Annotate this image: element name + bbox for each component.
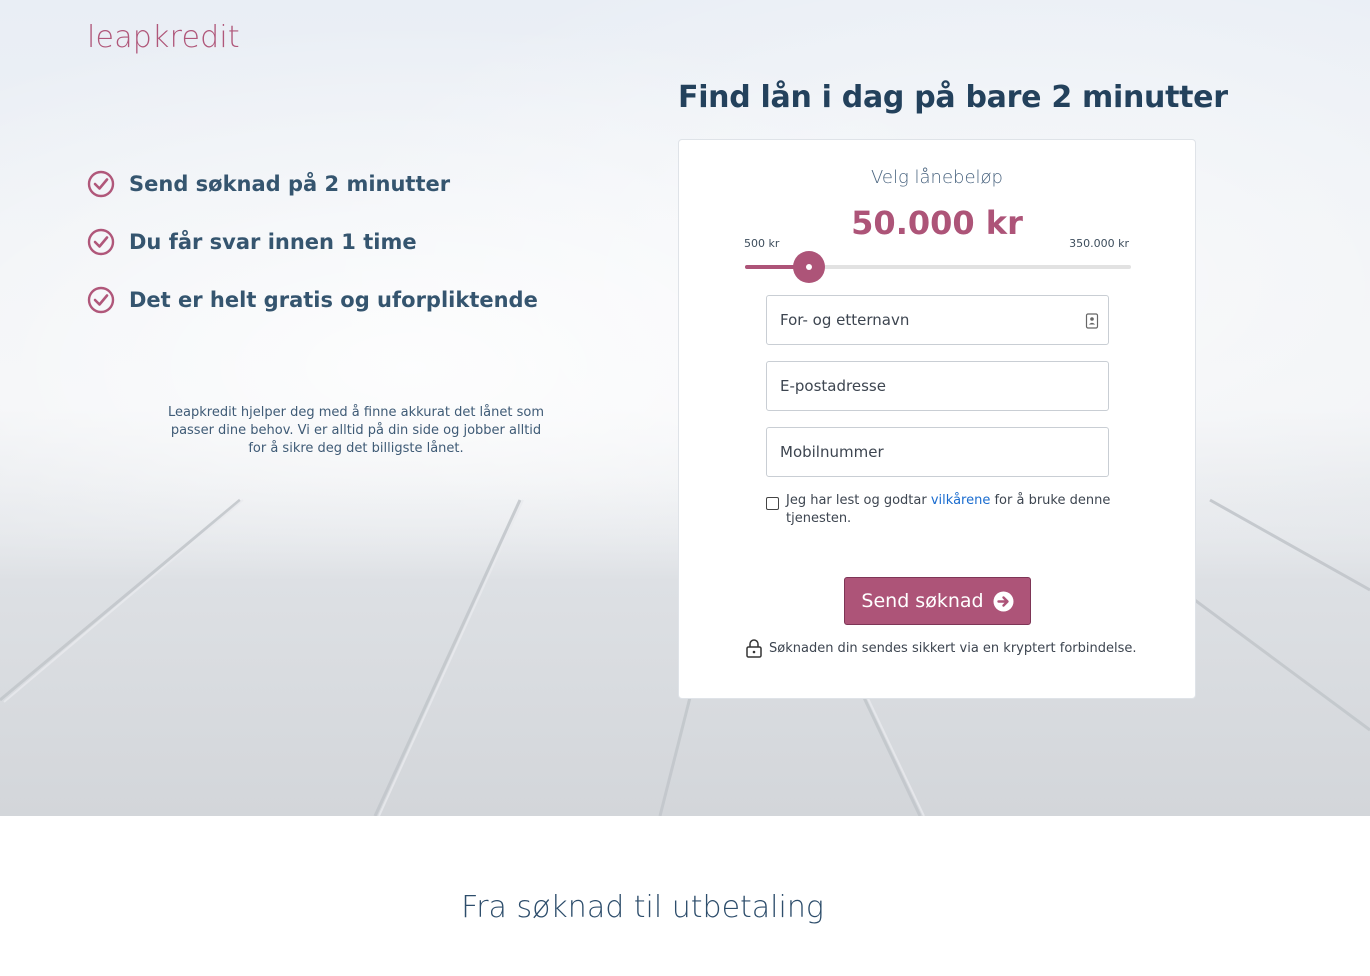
benefit-item: Det er helt gratis og uforpliktende bbox=[87, 284, 538, 316]
secure-notice: Søknaden din sendes sikkert via en krypt… bbox=[745, 638, 1145, 658]
slider-thumb[interactable] bbox=[793, 251, 826, 283]
benefit-label: Du får svar innen 1 time bbox=[129, 230, 417, 254]
loan-form-card: Velg lånebeløp 50.000 kr 500 kr 350.000 … bbox=[678, 139, 1196, 699]
benefit-item: Send søknad på 2 minutter bbox=[87, 168, 538, 200]
contact-card-icon[interactable] bbox=[1085, 313, 1099, 329]
secure-notice-text: Søknaden din sendes sikkert via en krypt… bbox=[769, 640, 1137, 656]
logo[interactable]: leapkredit bbox=[87, 20, 240, 55]
submit-button[interactable]: Send søknad bbox=[844, 577, 1031, 625]
benefit-label: Send søknad på 2 minutter bbox=[129, 172, 451, 196]
arrow-right-circle-icon bbox=[993, 591, 1014, 611]
lock-icon bbox=[746, 639, 762, 658]
page-headline: Find lån i dag på bare 2 minutter bbox=[678, 80, 1228, 115]
about-text: Leapkredit hjelper deg med å finne akkur… bbox=[168, 405, 544, 456]
loan-amount-slider[interactable] bbox=[745, 251, 1131, 283]
name-field[interactable] bbox=[766, 295, 1109, 345]
email-field[interactable] bbox=[766, 361, 1109, 411]
phone-field[interactable] bbox=[766, 427, 1109, 477]
check-circle-icon bbox=[87, 170, 115, 198]
benefit-item: Du får svar innen 1 time bbox=[87, 226, 538, 258]
terms-link[interactable]: vilkårene bbox=[931, 493, 990, 508]
benefit-label: Det er helt gratis og uforpliktende bbox=[129, 288, 538, 312]
section-title: Fra søknad til utbetaling bbox=[461, 890, 824, 925]
name-input[interactable] bbox=[767, 296, 1108, 344]
terms-text-before: Jeg har lest og godtar bbox=[786, 493, 931, 508]
terms-checkbox[interactable] bbox=[766, 497, 779, 510]
benefits-list: Send søknad på 2 minutter Du får svar in… bbox=[87, 168, 538, 342]
terms-consent: Jeg har lest og godtar vilkårene for å b… bbox=[766, 492, 1116, 528]
slider-max-label: 350.000 kr bbox=[1069, 237, 1129, 250]
check-circle-icon bbox=[87, 286, 115, 314]
amount-label: Velg lånebeløp bbox=[871, 167, 1003, 188]
terms-text: Jeg har lest og godtar vilkårene for å b… bbox=[786, 492, 1116, 528]
check-circle-icon bbox=[87, 228, 115, 256]
submit-button-label: Send søknad bbox=[861, 590, 984, 612]
email-input[interactable] bbox=[767, 362, 1108, 410]
slider-min-label: 500 kr bbox=[744, 237, 780, 250]
phone-input[interactable] bbox=[767, 428, 1108, 476]
